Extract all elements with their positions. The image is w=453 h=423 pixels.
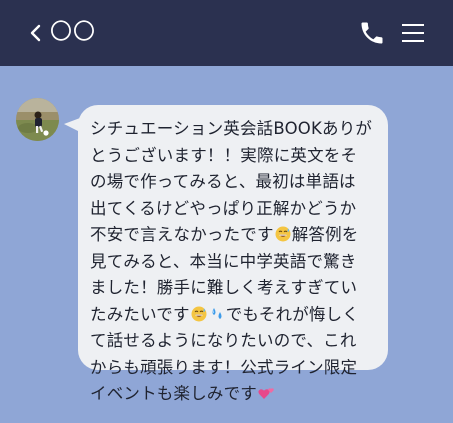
- chevron-left-icon[interactable]: [28, 22, 44, 44]
- grinning-sweat-emoji-icon: [191, 306, 207, 321]
- message-line: 見てみると、本当に中学英語で驚き: [90, 251, 357, 271]
- message-line: イベントも楽しみです: [90, 384, 257, 403]
- message-line: とうございます！！実際に英文をそ: [90, 145, 358, 165]
- message-line: て話せるようになりたいので、これ: [90, 331, 357, 350]
- sweat-droplets-emoji-icon: [212, 307, 222, 319]
- phone-icon[interactable]: [358, 19, 386, 47]
- avatar-photo: [16, 98, 59, 141]
- sender-avatar[interactable]: [16, 98, 59, 141]
- message-line: 解答例を: [291, 225, 359, 244]
- hamburger-menu-icon[interactable]: [402, 23, 424, 43]
- chat-header: 〇〇: [0, 0, 453, 66]
- chat-title: 〇〇: [50, 20, 97, 45]
- message-line: シチュエーション英会話BOOKありが: [90, 119, 373, 138]
- message-text: シチュエーション英会話BOOKありが とうございます！！実際に英文をそ の場で作…: [90, 116, 378, 408]
- message-line: 不安で言えなかったです: [90, 225, 274, 244]
- message-bubble[interactable]: シチュエーション英会話BOOKありが とうございます！！実際に英文をそ の場で作…: [78, 105, 388, 403]
- message-line: 出てくるけどやっぱり正解かどうか: [90, 198, 357, 218]
- two-hearts-emoji-icon: [258, 388, 274, 399]
- message-line: たみたいです: [90, 304, 190, 324]
- grinning-sweat-emoji-icon: [275, 226, 291, 242]
- message-line: の場で作ってみると、最初は単語は: [90, 172, 356, 191]
- message-line: でもそれが悔しく: [225, 304, 359, 324]
- message-line: からも頑張ります！公式ライン限定: [90, 357, 358, 377]
- chat-screen: 〇〇 シチュエーション英会話BOOKありが とうございます！！実際に英文をそ の…: [0, 0, 453, 423]
- message-line: ました！勝手に難しく考えすぎてい: [90, 278, 358, 297]
